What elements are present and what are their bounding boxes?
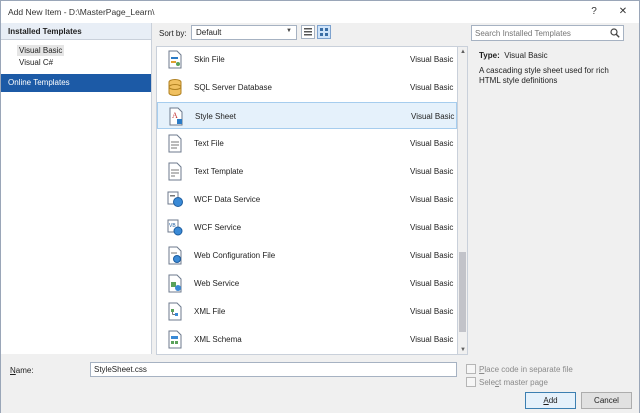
online-templates-item[interactable]: Online Templates: [1, 74, 151, 92]
templates-list-scrollbar[interactable]: ▲ ▼: [458, 46, 468, 355]
scroll-up-arrow-icon[interactable]: ▲: [459, 48, 467, 56]
select-master-page-label[interactable]: Select master page: [479, 378, 548, 387]
sort-by-label: Sort by:: [159, 29, 187, 38]
template-row-sql-server-database[interactable]: SQL Server Database Visual Basic: [157, 74, 457, 101]
template-row-text-template[interactable]: Text Template Visual Basic: [157, 158, 457, 185]
web-service-icon: [168, 274, 182, 293]
wcf-service-icon: VB: [167, 219, 183, 236]
template-description: A cascading style sheet used for rich HT…: [479, 66, 609, 85]
category-visual-basic[interactable]: Visual Basic: [17, 45, 65, 56]
list-view-icon: [304, 28, 312, 36]
title-bar: Add New Item - D:\MasterPage_Learn\ ? ✕: [1, 1, 639, 23]
skin-file-icon: [168, 50, 182, 69]
place-code-separate-label[interactable]: Place code in separate file: [479, 365, 573, 374]
template-row-skin-file[interactable]: Skin File Visual Basic: [157, 47, 457, 73]
text-file-icon: [168, 134, 182, 153]
close-button[interactable]: ✕: [613, 4, 633, 20]
list-view-button[interactable]: [301, 25, 315, 39]
scrollbar-thumb[interactable]: [459, 252, 466, 332]
template-row-xml-file[interactable]: XML File Visual Basic: [157, 298, 457, 325]
scroll-down-arrow-icon[interactable]: ▼: [459, 346, 467, 354]
grid-view-icon: [320, 28, 328, 36]
dialog-title: Add New Item - D:\MasterPage_Learn\: [8, 7, 155, 17]
style-sheet-icon: A: [169, 107, 183, 126]
name-label: Name:: [10, 366, 34, 375]
template-row-web-configuration-file[interactable]: Web Configuration File Visual Basic: [157, 242, 457, 269]
chevron-down-icon: ▼: [286, 28, 292, 34]
file-name-input[interactable]: [90, 362, 457, 377]
type-label: Type:: [479, 51, 500, 60]
template-row-style-sheet[interactable]: A Style Sheet Visual Basic: [157, 102, 457, 129]
bottom-panel: Name: Place code in separate file Select…: [1, 355, 639, 413]
template-row-wcf-service[interactable]: VB WCF Service Visual Basic: [157, 214, 457, 241]
installed-templates-header[interactable]: Installed Templates: [1, 23, 151, 40]
template-row-wcf-data-service[interactable]: WCF Data Service Visual Basic: [157, 186, 457, 213]
select-master-page-checkbox[interactable]: [466, 377, 476, 387]
cancel-button[interactable]: Cancel: [581, 392, 632, 409]
sort-by-dropdown[interactable]: Default ▼: [191, 25, 297, 40]
place-code-separate-checkbox[interactable]: [466, 364, 476, 374]
add-button[interactable]: Add: [525, 392, 576, 409]
template-details-pane: Type: Visual Basic A cascading style she…: [471, 46, 631, 355]
template-categories-pane: Installed Templates Visual Basic Visual …: [1, 23, 152, 354]
xml-schema-icon: [168, 330, 182, 349]
search-templates-input[interactable]: [475, 27, 605, 39]
svg-text:A: A: [172, 111, 178, 120]
search-icon[interactable]: [610, 28, 620, 38]
add-new-item-dialog: Add New Item - D:\MasterPage_Learn\ ? ✕ …: [0, 0, 640, 413]
xml-file-icon: [168, 302, 182, 321]
help-button[interactable]: ?: [584, 4, 604, 20]
web-config-icon: [168, 246, 182, 265]
type-value: Visual Basic: [504, 51, 548, 60]
text-template-icon: [168, 162, 182, 181]
template-row-text-file[interactable]: Text File Visual Basic: [157, 130, 457, 157]
wcf-data-service-icon: [167, 191, 183, 207]
templates-list[interactable]: Skin File Visual Basic SQL Server Databa…: [156, 46, 458, 355]
sort-by-value: Default: [196, 28, 222, 37]
grid-view-button[interactable]: [317, 25, 331, 39]
database-icon: [168, 79, 182, 96]
template-row-web-service[interactable]: Web Service Visual Basic: [157, 270, 457, 297]
category-visual-csharp[interactable]: Visual C#: [19, 58, 53, 67]
search-templates-box[interactable]: [471, 25, 624, 41]
template-row-xml-schema[interactable]: XML Schema Visual Basic: [157, 326, 457, 353]
template-type-line: Type: Visual Basic: [479, 51, 548, 60]
